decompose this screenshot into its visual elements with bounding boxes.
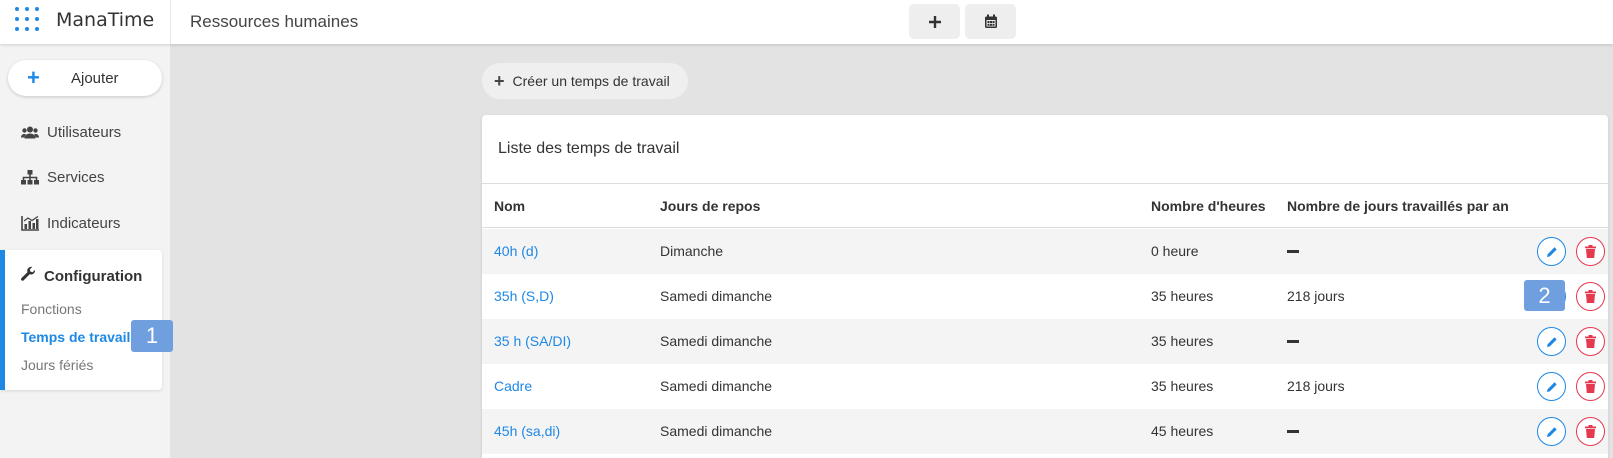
sidebar-item-services[interactable]: Services <box>0 162 170 192</box>
hours-cell: 45 heures <box>1151 423 1214 439</box>
empty-value-dash <box>1287 250 1299 253</box>
delete-button[interactable] <box>1576 417 1605 446</box>
rest-days-cell: Samedi dimanche <box>660 378 773 394</box>
sidebar-subitem-fonctions[interactable]: Fonctions <box>21 301 82 317</box>
days-per-year-cell: 218 jours <box>1287 288 1345 304</box>
edit-button[interactable] <box>1537 417 1566 446</box>
edit-button[interactable] <box>1537 327 1566 356</box>
work-time-name-link[interactable]: Cadre <box>494 378 532 394</box>
pencil-icon <box>1546 246 1557 257</box>
rest-days-cell: Dimanche <box>660 243 724 259</box>
calendar-button[interactable] <box>965 4 1016 39</box>
rest-days-cell: Samedi dimanche <box>660 333 773 349</box>
table-header: Nom Jours de repos Nombre d'heures Nombr… <box>482 184 1608 228</box>
plus-icon: + <box>494 70 505 91</box>
pencil-icon <box>1546 426 1557 437</box>
divider <box>170 0 171 44</box>
column-header-nombre-jours: Nombre de jours travaillés par an <box>1287 198 1509 214</box>
column-header-nom: Nom <box>494 198 526 214</box>
create-work-time-button[interactable]: + Créer un temps de travail <box>482 63 688 99</box>
table-row: 45h (sa,di) Samedi dimanche 45 heures <box>482 409 1608 454</box>
column-header-nombre-heures: Nombre d'heures <box>1151 198 1266 214</box>
brand-logo[interactable]: ManaTime <box>56 9 154 31</box>
step-badge: 2 <box>1524 280 1565 311</box>
card-title: Liste des temps de travail <box>498 140 680 157</box>
create-work-time-label: Créer un temps de travail <box>512 73 670 89</box>
edit-button[interactable] <box>1537 372 1566 401</box>
hours-cell: 0 heure <box>1151 243 1199 259</box>
table-row: Cadre Samedi dimanche 35 heures 218 jour… <box>482 364 1608 409</box>
users-icon <box>20 126 40 139</box>
plus-icon <box>928 15 941 28</box>
work-time-name-link[interactable]: 40h (d) <box>494 243 538 259</box>
hours-cell: 35 heures <box>1151 378 1214 394</box>
rest-days-cell: Samedi dimanche <box>660 288 773 304</box>
sidebar-item-label: Indicateurs <box>47 214 121 232</box>
hours-cell: 35 heures <box>1151 333 1214 349</box>
sidebar-subitem-jours-feries[interactable]: Jours fériés <box>21 357 93 373</box>
sidebar: + Ajouter Utilisateurs Services Indicate… <box>0 44 170 458</box>
sidebar-item-label: Configuration <box>44 268 143 285</box>
empty-value-dash <box>1287 340 1299 343</box>
delete-button[interactable] <box>1576 282 1605 311</box>
quick-add-button[interactable] <box>909 4 960 39</box>
section-title: Ressources humaines <box>190 12 359 31</box>
apps-grid-icon[interactable] <box>15 7 41 33</box>
sidebar-item-indicateurs[interactable]: Indicateurs <box>0 208 170 238</box>
plus-icon: + <box>27 65 40 90</box>
pencil-icon <box>1546 336 1557 347</box>
trash-icon <box>1585 290 1596 303</box>
work-time-name-link[interactable]: 45h (sa,di) <box>494 423 560 439</box>
hours-cell: 35 heures <box>1151 288 1214 304</box>
sidebar-item-label: Services <box>47 168 105 186</box>
column-header-jours-repos: Jours de repos <box>660 198 761 214</box>
step-badge: 1 <box>131 320 173 352</box>
org-chart-icon <box>20 169 40 185</box>
sidebar-subitem-temps-de-travail[interactable]: Temps de travail <box>21 329 130 345</box>
pencil-icon <box>1546 381 1557 392</box>
table-row: 35 h (SA/DI) Samedi dimanche 35 heures <box>482 319 1608 364</box>
delete-button[interactable] <box>1576 327 1605 356</box>
wrench-icon <box>20 266 36 287</box>
edit-button[interactable] <box>1537 237 1566 266</box>
table-row: 40h (d) Dimanche 0 heure <box>482 229 1608 274</box>
empty-value-dash <box>1287 430 1299 433</box>
days-per-year-cell: 218 jours <box>1287 378 1345 394</box>
chart-icon <box>20 215 40 231</box>
sidebar-item-label: Utilisateurs <box>47 123 122 141</box>
delete-button[interactable] <box>1576 372 1605 401</box>
rest-days-cell: Samedi dimanche <box>660 423 773 439</box>
top-bar: ManaTime Ressources humaines <box>0 0 1613 44</box>
add-button-label: Ajouter <box>71 70 119 87</box>
trash-icon <box>1585 380 1596 393</box>
add-button[interactable]: + Ajouter <box>8 60 162 96</box>
sidebar-item-utilisateurs[interactable]: Utilisateurs <box>0 117 170 147</box>
work-time-name-link[interactable]: 35 h (SA/DI) <box>494 333 571 349</box>
delete-button[interactable] <box>1576 237 1605 266</box>
calendar-icon <box>984 14 997 28</box>
trash-icon <box>1585 335 1596 348</box>
trash-icon <box>1585 425 1596 438</box>
work-time-name-link[interactable]: 35h (S,D) <box>494 288 554 304</box>
work-time-list-card: Liste des temps de travail Nom Jours de … <box>482 115 1608 458</box>
table-row: 35h (S,D) Samedi dimanche 35 heures 218 … <box>482 274 1608 319</box>
sidebar-item-configuration[interactable]: Configuration <box>20 266 142 287</box>
trash-icon <box>1585 245 1596 258</box>
